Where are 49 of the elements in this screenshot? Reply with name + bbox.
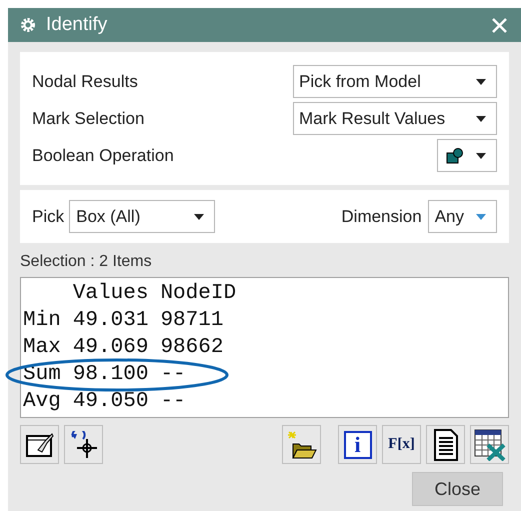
crosshair-icon	[68, 430, 98, 458]
tool-button[interactable]: i	[338, 425, 377, 464]
info-icon: i	[344, 430, 372, 458]
folder-icon	[286, 430, 316, 460]
column-header: NodeID	[160, 281, 236, 307]
tool-button[interactable]	[470, 425, 509, 464]
option-label: Boolean Operation	[32, 144, 174, 167]
pick-dropdown[interactable]: Box (All)	[69, 200, 216, 233]
row-label: Max	[23, 335, 61, 361]
dropdown[interactable]: Mark Result Values	[293, 102, 497, 135]
shapes-icon	[446, 148, 464, 164]
caret-icon	[476, 152, 486, 158]
dropdown[interactable]	[437, 139, 497, 172]
option-label: Nodal Results	[32, 70, 138, 93]
caret-icon	[476, 78, 486, 84]
row-label: Min	[23, 308, 61, 334]
tool-button[interactable]	[64, 425, 103, 464]
close-icon	[492, 18, 506, 32]
tool-button[interactable]	[282, 425, 321, 464]
row-label: Avg	[23, 389, 61, 415]
node-cell-text: 98711	[160, 308, 224, 334]
tool-button[interactable]	[426, 425, 465, 464]
caret-icon	[194, 214, 204, 220]
option-label: Mark Selection	[32, 108, 144, 130]
caret-icon	[476, 116, 486, 122]
tool-button[interactable]: F[x]	[382, 425, 421, 464]
close-dialog-button[interactable]: Close	[412, 472, 503, 506]
gear-icon	[20, 17, 36, 33]
close-button[interactable]	[489, 15, 509, 35]
document-icon	[434, 428, 458, 460]
selection-label: Selection : 2 Items	[20, 252, 153, 272]
value-cell-text: 49.069	[72, 335, 148, 361]
pick-label: Pick	[32, 206, 64, 228]
formula-icon: F[x]	[388, 433, 415, 456]
node-cell-text: 98662	[160, 335, 224, 361]
dimension-label: Dimension	[341, 206, 422, 228]
value-cell-text: 49.050	[72, 389, 148, 415]
dropdown[interactable]: Pick from Model	[293, 65, 497, 98]
node-cell-text: --	[160, 389, 187, 415]
caret-icon	[476, 214, 486, 220]
spreadsheet-icon	[474, 428, 506, 460]
column-header: Values	[72, 281, 148, 307]
brush-icon	[26, 432, 54, 458]
window-title: Identify	[46, 12, 108, 37]
value-cell-text: 49.031	[72, 308, 148, 334]
node-cell-text: --	[160, 362, 187, 388]
value-cell-text: 98.100	[72, 362, 148, 388]
tool-button[interactable]	[20, 425, 59, 464]
dimension-dropdown[interactable]: Any	[428, 200, 497, 233]
